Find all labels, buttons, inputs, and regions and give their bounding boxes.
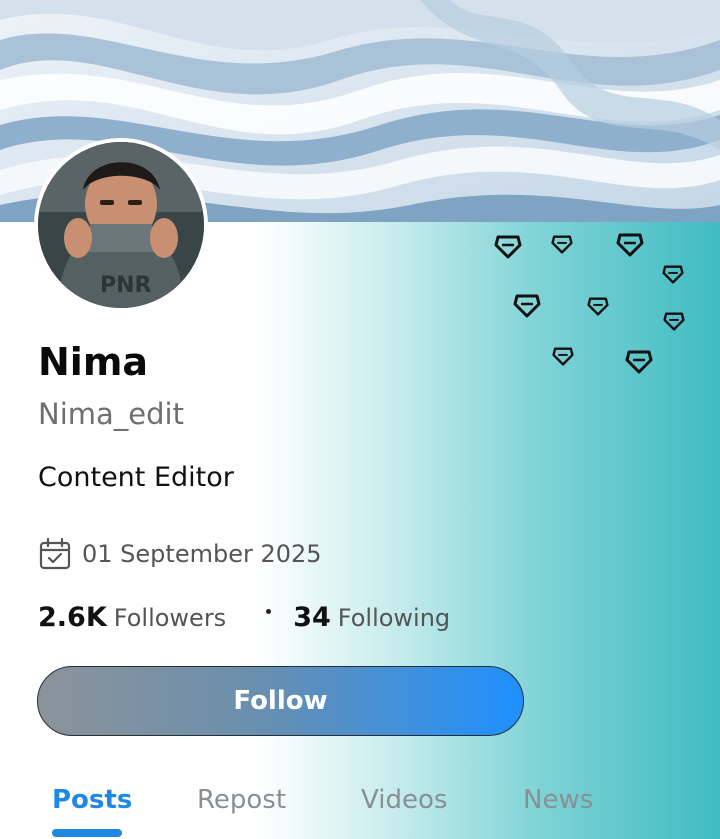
follow-button[interactable]: Follow: [37, 666, 524, 736]
following-count[interactable]: 34: [293, 602, 331, 633]
diamond-icon: [513, 294, 541, 318]
tab-news[interactable]: News: [523, 785, 593, 815]
joined-date: 01 September 2025: [82, 540, 322, 568]
profile-tabs: Posts Repost Videos News: [0, 780, 720, 839]
profile-avatar[interactable]: PNR: [34, 138, 208, 312]
diamond-icon: [616, 233, 644, 257]
username: Nima_edit: [38, 397, 184, 431]
tab-posts[interactable]: Posts: [52, 785, 132, 815]
tab-repost[interactable]: Repost: [197, 785, 286, 815]
following-label[interactable]: Following: [338, 604, 450, 632]
joined-date-row: 01 September 2025: [38, 537, 322, 571]
profile-screen: PNR Nima Nima_edit Content Editor 01 Sep…: [0, 0, 720, 839]
bio-text: Content Editor: [38, 462, 234, 493]
display-name: Nima: [38, 340, 149, 384]
follow-stats: 2.6K Followers 34 Following: [38, 602, 450, 633]
diamond-icon: [551, 235, 573, 254]
avatar-photo: PNR: [38, 142, 204, 308]
calendar-check-icon: [39, 537, 71, 570]
diamond-icon: [494, 235, 522, 259]
diamond-icon: [663, 312, 685, 331]
followers-label[interactable]: Followers: [114, 604, 226, 632]
followers-count[interactable]: 2.6K: [38, 602, 107, 633]
svg-text:PNR: PNR: [100, 273, 152, 298]
active-tab-indicator: [52, 829, 122, 837]
separator-dot: [266, 609, 272, 614]
diamond-icon: [552, 347, 574, 366]
diamond-icon: [625, 350, 653, 374]
diamond-icon: [662, 265, 684, 284]
diamond-icon: [587, 297, 609, 316]
tab-videos[interactable]: Videos: [361, 785, 447, 815]
